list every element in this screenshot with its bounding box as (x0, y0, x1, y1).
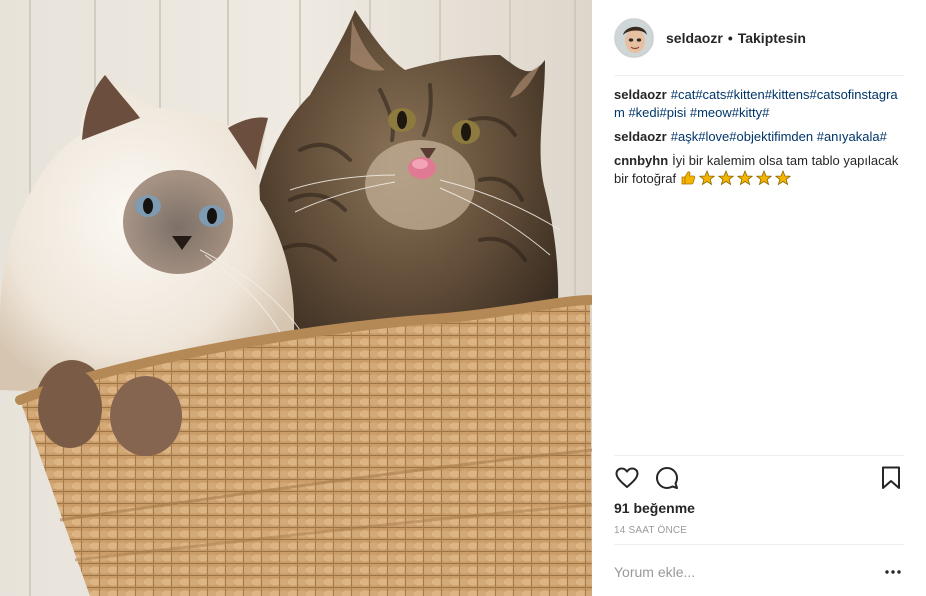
comment-button[interactable] (654, 465, 680, 491)
star-icon (736, 170, 753, 186)
post-details-panel: seldaozr • Takiptesin seldaozr #cat#cats#… (592, 0, 926, 596)
star-icon (755, 170, 772, 186)
thumbs-up-icon (681, 171, 695, 185)
likes-count[interactable]: 91 beğenme (614, 500, 695, 516)
comment-item: cnnbyhn İyi bir kalemim olsa tam tablo ya… (614, 152, 904, 188)
comment-username[interactable]: seldaozr (614, 87, 667, 102)
add-comment-bar (614, 562, 904, 582)
comment-divider (614, 544, 904, 545)
comment-username[interactable]: cnnbyhn (614, 153, 668, 168)
comment-emojis (680, 170, 794, 186)
star-icon (717, 170, 734, 186)
actions-divider (614, 455, 904, 456)
comment-hashtags[interactable]: #aşk#love#objektifimden #anıyakala# (671, 129, 887, 144)
comments-list: seldaozr #cat#cats#kitten#kittens#catsofi… (614, 86, 904, 194)
star-icon (698, 170, 715, 186)
comment-item: seldaozr #aşk#love#objektifimden #anıyaka… (614, 128, 904, 146)
post-timestamp[interactable]: 14 SAAT ÖNCE (614, 525, 687, 536)
avatar[interactable] (614, 18, 654, 58)
comment-username[interactable]: seldaozr (614, 129, 667, 144)
heart-icon (615, 467, 639, 488)
header-divider (614, 75, 904, 76)
follow-status[interactable]: Takiptesin (738, 30, 806, 46)
post-username[interactable]: seldaozr (666, 30, 723, 46)
action-bar (614, 465, 904, 491)
like-button[interactable] (614, 465, 640, 491)
comment-bubble-icon (656, 467, 678, 489)
save-button[interactable] (878, 465, 904, 491)
bookmark-icon (882, 466, 900, 489)
star-icon (774, 170, 791, 186)
more-options-icon (885, 570, 901, 574)
comment-item: seldaozr #cat#cats#kitten#kittens#catsofi… (614, 86, 904, 122)
post-photo[interactable] (0, 0, 592, 596)
comment-input[interactable] (614, 564, 882, 580)
separator-dot: • (727, 30, 733, 46)
cats-in-basket-image (0, 0, 592, 596)
post-header: seldaozr • Takiptesin (614, 14, 904, 62)
more-options-button[interactable] (882, 562, 904, 582)
